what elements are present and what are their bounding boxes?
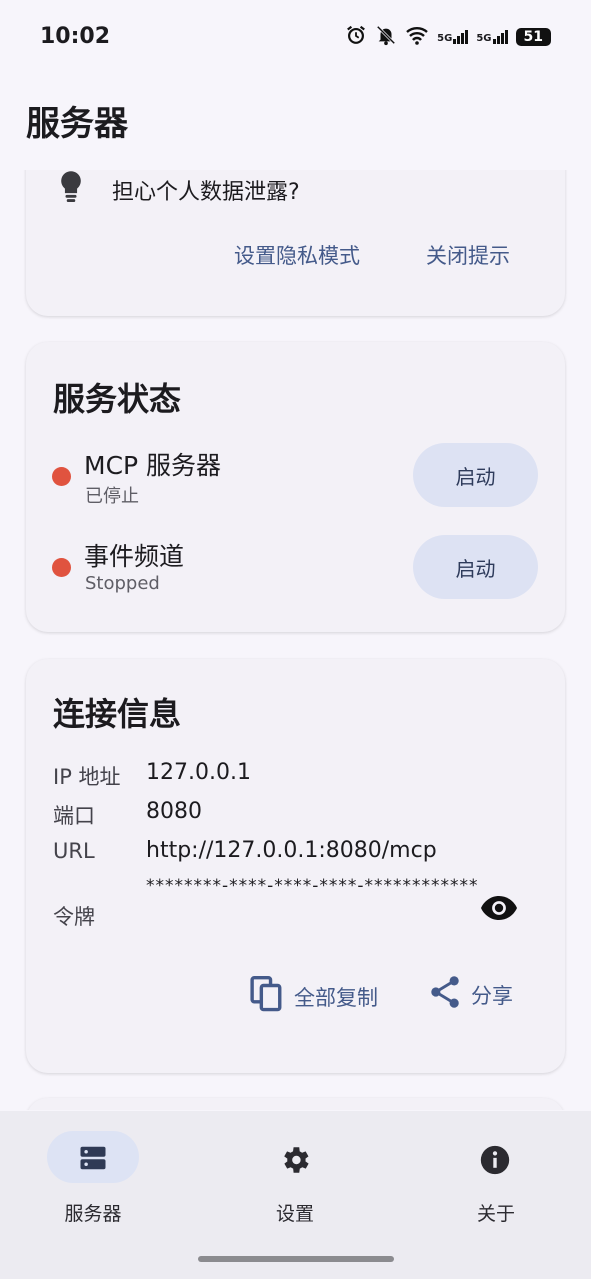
share-icon [429,975,461,1014]
ip-value: 127.0.0.1 [146,760,251,785]
service-status-text: 已停止 [85,486,139,507]
copy-icon [250,975,284,1018]
server-icon [78,1143,108,1177]
gesture-handle[interactable] [198,1256,394,1262]
nav-label-settings: 设置 [275,1203,314,1225]
status-bar: 10:02 5G 5G 51 [0,0,591,76]
start-events-button[interactable]: 启动 [413,535,538,599]
wifi-icon [405,25,429,49]
nav-item-settings[interactable]: 设置 [215,1131,375,1231]
connection-title: 连接信息 [53,695,182,733]
content-scroll[interactable]: 担心个人数据泄露? 设置隐私模式 关闭提示 服务状态 MCP 服务器 已停止 启… [0,170,591,1110]
network-type-label: 5G [437,33,453,44]
token-label: 令牌 [53,905,95,929]
eye-icon[interactable] [481,895,517,925]
service-status-text: Stopped [85,573,160,594]
nav-label-server: 服务器 [64,1203,122,1225]
next-card [26,1098,565,1110]
privacy-tip-text: 担心个人数据泄露? [112,180,300,205]
share-label: 分享 [471,983,513,1008]
alarm-icon [345,24,367,50]
network-type-label: 5G [476,33,492,44]
privacy-tip-card: 担心个人数据泄露? 设置隐私模式 关闭提示 [26,170,565,316]
service-name: 事件频道 [84,542,185,571]
status-dot [52,467,71,486]
url-label: URL [53,839,95,863]
service-status-title: 服务状态 [53,380,182,418]
connection-info-card: 连接信息 IP 地址 127.0.0.1 端口 8080 URL http://… [26,659,565,1073]
signal-5g-icon: 5G [476,30,508,44]
status-icons: 5G 5G 51 [345,24,551,50]
page-title: 服务器 [26,104,128,144]
set-privacy-mode-button[interactable]: 设置隐私模式 [234,240,360,270]
port-value: 8080 [146,799,202,824]
battery-icon: 51 [515,28,551,46]
start-mcp-button[interactable]: 启动 [413,443,538,507]
bottom-navigation: 服务器 设置 关于 [0,1111,591,1279]
info-icon [478,1143,512,1181]
port-label: 端口 [53,804,95,828]
copy-all-label: 全部复制 [294,985,378,1010]
nav-item-about[interactable]: 关于 [416,1131,576,1231]
gear-icon [278,1143,312,1181]
share-button[interactable]: 分享 [429,975,513,1014]
service-name: MCP 服务器 [84,451,222,480]
service-status-card: 服务状态 MCP 服务器 已停止 启动 事件频道 Stopped 启动 [26,342,565,632]
dismiss-tip-button[interactable]: 关闭提示 [426,240,510,270]
signal-5g-icon: 5G [437,30,469,44]
status-time: 10:02 [40,24,111,49]
copy-all-button[interactable]: 全部复制 [250,975,378,1018]
status-dot [52,558,71,577]
bell-off-icon [375,24,397,50]
url-value: http://127.0.0.1:8080/mcp [146,838,437,863]
ip-label: IP 地址 [53,765,121,789]
lightbulb-icon [56,170,86,208]
token-value: ********-****-****-****-************ [146,876,479,896]
nav-item-server[interactable]: 服务器 [0,1131,160,1231]
nav-label-about: 关于 [476,1203,515,1225]
